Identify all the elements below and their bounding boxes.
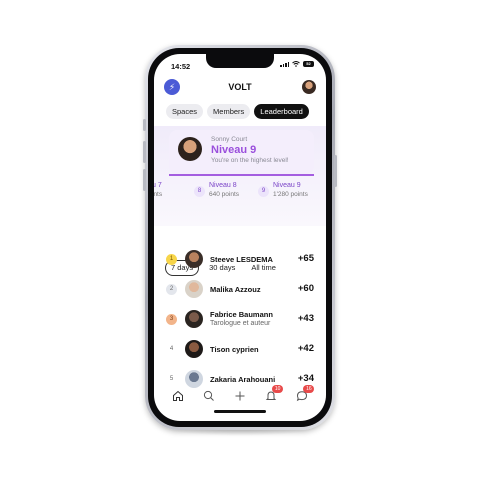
tab-leaderboard[interactable]: Leaderboard — [254, 104, 309, 119]
leaderboard-row[interactable]: 1 Steeve LESDEMA +65 — [154, 244, 326, 274]
leaderboard-row[interactable]: 2 Malika Azzouz +60 — [154, 274, 326, 304]
member-subtitle: Tarologue et auteur — [210, 320, 271, 327]
member-name: Fabrice Baumann — [210, 310, 273, 319]
level-title: Niveau 9 — [273, 182, 301, 189]
rank-badge: 5 — [169, 376, 174, 382]
battery-icon: 52 — [303, 61, 314, 67]
level-title: Niveau 8 — [209, 182, 237, 189]
avatar — [185, 280, 203, 298]
member-name: Zakaria Arahouani — [210, 375, 276, 384]
levels-carousel[interactable]: u 7 ints 8 Niveau 8 640 points 9 Niveau … — [154, 180, 326, 206]
screen: 14:52 52 ⚡ VOLT Spaces Members Leaderboa… — [154, 54, 326, 421]
stage: 14:52 52 ⚡ VOLT Spaces Members Leaderboa… — [0, 0, 480, 480]
bezel: 14:52 52 ⚡ VOLT Spaces Members Leaderboa… — [148, 48, 332, 427]
current-user-message: You're on the highest level! — [211, 157, 289, 164]
app-title: VOLT — [228, 82, 252, 92]
bell-icon[interactable]: 10 — [264, 385, 284, 404]
volume-down-button — [143, 169, 146, 191]
notifications-badge: 10 — [272, 385, 284, 393]
volume-up-button — [143, 141, 146, 163]
member-name: Malika Azzouz — [210, 285, 261, 294]
app-header: ⚡ VOLT — [154, 76, 326, 98]
level-number: 9 — [258, 186, 269, 197]
leaderboard-row[interactable]: 3 Fabrice Baumann Tarologue et auteur +4… — [154, 304, 326, 334]
current-user-avatar — [178, 137, 202, 161]
mute-switch — [143, 119, 146, 131]
wifi-icon — [292, 61, 300, 67]
avatar — [185, 250, 203, 268]
profile-avatar[interactable] — [302, 80, 316, 94]
level-title: u 7 — [154, 182, 162, 189]
level-number: 8 — [194, 186, 205, 197]
search-icon[interactable] — [202, 390, 216, 404]
member-score: +60 — [297, 283, 314, 294]
current-user-name: Sonny Court — [211, 136, 248, 143]
rank-badge: 4 — [169, 346, 174, 352]
home-icon[interactable] — [171, 390, 185, 404]
member-score: +42 — [297, 343, 314, 354]
status-icons: 52 — [280, 61, 314, 67]
level-progress-bar — [169, 174, 314, 176]
member-name: Steeve LESDEMA — [210, 255, 273, 264]
member-score: +43 — [297, 313, 314, 324]
member-score: +34 — [297, 373, 314, 384]
rank-badge: 3 — [166, 314, 177, 325]
plus-icon[interactable] — [233, 390, 247, 404]
signal-icon — [280, 61, 289, 67]
level-points: 640 points — [209, 191, 239, 198]
tab-bar: Spaces Members Leaderboard — [166, 104, 309, 119]
power-button — [334, 155, 337, 187]
chat-icon[interactable]: 16 — [295, 385, 315, 404]
leaderboard-row[interactable]: 4 Tison cyprien +42 — [154, 334, 326, 364]
messages-badge: 16 — [303, 385, 315, 393]
current-user-level: Niveau 9 — [211, 144, 257, 156]
tab-members[interactable]: Members — [207, 104, 251, 119]
level-points: ints — [154, 191, 163, 198]
current-user-card: Sonny Court Niveau 9 You're on the highe… — [169, 130, 314, 174]
avatar — [185, 310, 203, 328]
tab-spaces[interactable]: Spaces — [166, 104, 204, 119]
notch — [206, 54, 274, 68]
avatar — [185, 340, 203, 358]
member-score: +65 — [297, 253, 314, 264]
rank-badge: 1 — [166, 254, 177, 265]
bottom-nav: 10 16 — [154, 385, 326, 408]
status-time: 14:52 — [171, 62, 191, 71]
phone-frame: 14:52 52 ⚡ VOLT Spaces Members Leaderboa… — [143, 45, 337, 430]
home-indicator — [214, 410, 266, 413]
member-name: Tison cyprien — [210, 345, 259, 354]
level-points: 1'280 points — [273, 191, 308, 198]
rank-badge: 2 — [166, 284, 177, 295]
